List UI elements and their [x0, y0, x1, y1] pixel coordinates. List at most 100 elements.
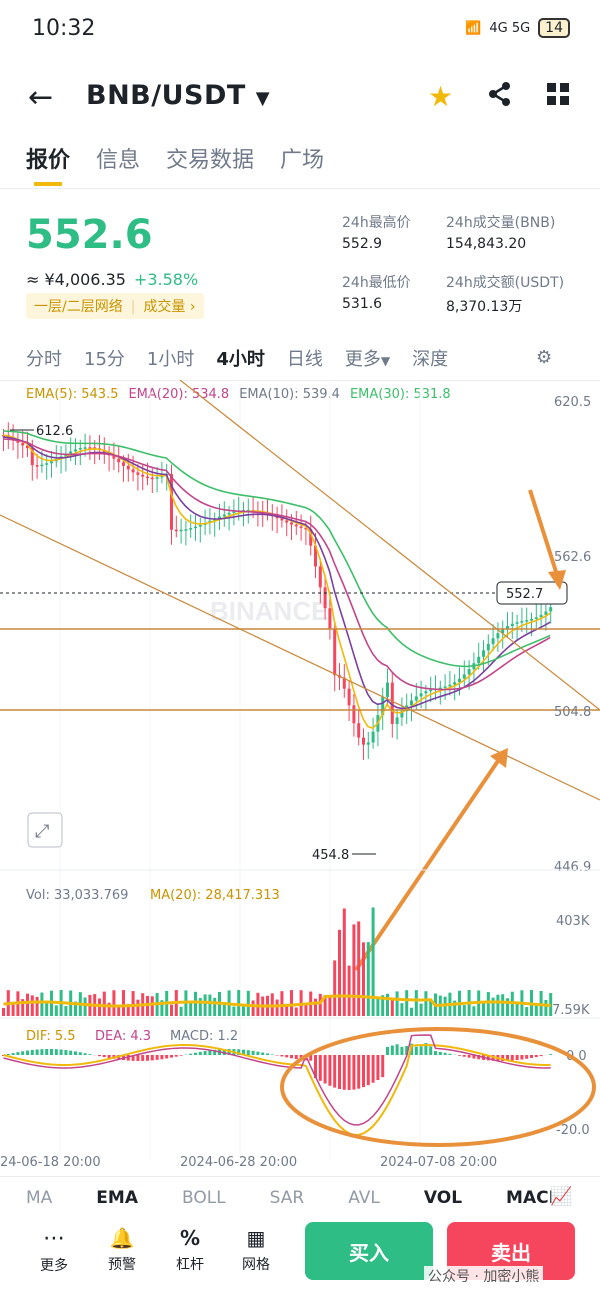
status-icons: 📶 4G 5G 14 [465, 18, 570, 38]
macd-bar [371, 1055, 375, 1083]
volume-bar [501, 994, 505, 1016]
back-arrow-icon[interactable]: ← [28, 80, 53, 115]
candle-body [429, 689, 433, 692]
candle-body [290, 522, 293, 525]
candle-body [395, 717, 399, 724]
indicator-ema[interactable]: EMA [96, 1188, 138, 1208]
macd-bar [448, 1053, 452, 1055]
candle-body [496, 633, 500, 639]
arrow-up-head [490, 748, 508, 768]
grid-menu-icon[interactable] [546, 82, 570, 110]
interval-15m[interactable]: 15分 [84, 345, 125, 371]
macd-bar [443, 1052, 447, 1055]
volume-bar [352, 924, 356, 1016]
macd-bar [395, 1044, 399, 1055]
volume-tag[interactable]: 成交量 [143, 299, 185, 315]
interval-1h[interactable]: 1小时 [147, 345, 194, 371]
vol-axis-bottom: 7.59K [552, 1003, 590, 1018]
interval-more[interactable]: 更多▼ [345, 345, 390, 371]
candle-body [410, 700, 413, 706]
indicator-avl[interactable]: AVL [348, 1188, 380, 1208]
vol-bnb-label: 24h成交量(BNB) [446, 215, 556, 231]
volume-bar [462, 1005, 466, 1016]
macd-bar [6, 1054, 10, 1055]
macd-axis-bottom: -20.0 [556, 1123, 590, 1138]
indicator-sar[interactable]: SAR [270, 1188, 305, 1208]
volume-bar [40, 992, 44, 1016]
vol-bnb-value: 154,843.20 [446, 236, 527, 252]
interval-timeshare[interactable]: 分时 [26, 345, 62, 371]
ema-line [2, 438, 551, 691]
candle-body [69, 451, 73, 454]
candle-body [510, 623, 514, 627]
candle-body [486, 644, 490, 651]
axis-price-1: 620.5 [554, 395, 591, 410]
macd-bar [246, 1050, 250, 1055]
tag-row[interactable]: 一层/二层网络 | 成交量 › [26, 293, 204, 319]
layer-tag[interactable]: 一层/二层网络 [34, 299, 123, 315]
grid-bot-icon: ▦ [246, 1226, 266, 1250]
candle-body [525, 620, 529, 622]
buy-button[interactable]: 买入 [305, 1222, 433, 1280]
macd-bar [328, 1055, 332, 1086]
high-value: 552.9 [342, 236, 383, 252]
date-2: 2024-06-28 20:00 [180, 1155, 297, 1170]
macd-bar [98, 1055, 101, 1057]
interval-depth[interactable]: 深度 [412, 345, 448, 371]
nav-leverage[interactable]: % 杠杆 [176, 1226, 204, 1274]
pair-title[interactable]: BNB/USDT ▼ [86, 80, 270, 111]
indicator-settings-icon[interactable]: 📈 [550, 1186, 572, 1207]
macd-bar [88, 1054, 92, 1055]
dea-line [3, 1034, 551, 1126]
candle-body [544, 611, 548, 615]
candle-body [477, 656, 481, 664]
macd-bar [160, 1055, 164, 1060]
volume-bar [376, 997, 380, 1016]
chart-settings-icon[interactable]: ⚙ [536, 347, 552, 368]
tab-info[interactable]: 信息 [96, 142, 140, 174]
volume-bar [544, 999, 548, 1016]
vol-label: Vol: 33,033.769 [26, 888, 128, 903]
volume-bar [136, 999, 140, 1016]
macd-bar [83, 1053, 87, 1055]
nav-grid-label: 网格 [242, 1257, 270, 1273]
macd-bar [21, 1051, 25, 1055]
indicator-boll[interactable]: BOLL [182, 1188, 226, 1208]
nav-grid[interactable]: ▦ 网格 [242, 1226, 270, 1274]
candle-body [482, 650, 485, 657]
volume-bar [117, 1007, 121, 1016]
macd-bar [141, 1055, 145, 1061]
vol-ma-label: MA(20): 28,417.313 [150, 888, 280, 903]
interval-1d[interactable]: 日线 [287, 345, 323, 371]
macd-bar [194, 1052, 197, 1055]
tab-underline [34, 182, 62, 186]
share-icon[interactable] [486, 80, 514, 112]
bell-icon: 🔔 [109, 1226, 135, 1250]
volume-bar [496, 994, 500, 1016]
volume-bar [491, 997, 495, 1016]
candle-body [534, 617, 538, 619]
favorite-star-icon[interactable]: ★ [428, 80, 453, 113]
volume-bar [35, 996, 39, 1016]
volume-bar [347, 965, 351, 1016]
candle-body [136, 472, 140, 475]
kline-chart[interactable]: BINANCE 552.7 620.5 562.6 504.8 446.9 61… [0, 380, 600, 1180]
tab-square[interactable]: 广场 [280, 142, 324, 174]
candle-body [371, 731, 375, 743]
volume-bar [371, 907, 375, 1016]
macd-bar [136, 1055, 140, 1061]
nav-more[interactable]: ⋯ 更多 [40, 1226, 68, 1275]
tab-trade-data[interactable]: 交易数据 [166, 142, 254, 174]
axis-price-4: 446.9 [554, 860, 591, 875]
interval-4h[interactable]: 4小时 [216, 345, 265, 371]
macd-bar [530, 1055, 533, 1058]
nav-alert[interactable]: 🔔 预警 [108, 1226, 136, 1274]
volume-bar [275, 999, 279, 1016]
indicator-vol[interactable]: VOL [424, 1188, 462, 1208]
arrow-down-annotation [528, 489, 560, 579]
tab-quote[interactable]: 报价 [26, 142, 70, 174]
caret-down-icon: ▼ [380, 354, 391, 368]
indicator-ma[interactable]: MA [26, 1188, 52, 1208]
candle-body [515, 622, 519, 624]
trendline-channel [0, 514, 600, 801]
